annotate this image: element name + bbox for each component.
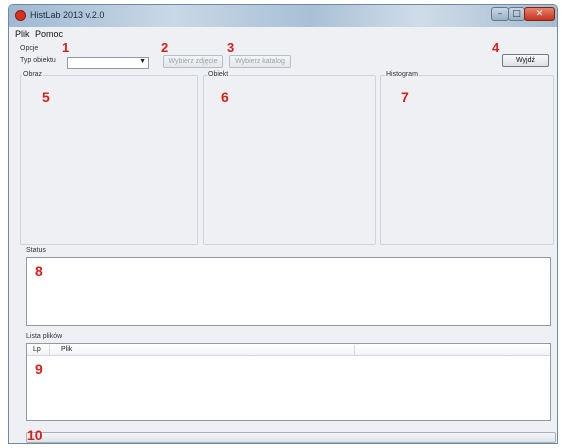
object-type-label: Typ obiektu [20,57,56,64]
minimize-button[interactable]: – [491,7,509,21]
annotation-4: 4 [492,40,500,55]
object-type-select[interactable]: ▼ [67,57,149,69]
menu-help[interactable]: Pomoc [35,29,63,39]
status-label: Status [26,247,46,254]
annotation-3: 3 [227,40,235,55]
annotation-1: 1 [62,40,70,55]
exit-button[interactable]: Wyjdź [502,54,549,67]
annotation-8: 8 [35,263,43,279]
column-header-file[interactable]: Plik [61,346,72,353]
chevron-down-icon[interactable]: ▼ [139,58,146,65]
select-image-button[interactable]: Wybierz zdjęcie [163,55,223,68]
annotation-6: 6 [221,89,229,105]
column-separator[interactable] [354,345,355,355]
object-panel-label: Obiekt [207,71,230,78]
menu-file[interactable]: Plik [15,29,30,39]
annotation-2: 2 [161,40,169,55]
main-window: HistLab 2013 v.2.0 – □ ✕ Plik Pomoc Opcj… [8,4,558,444]
column-separator[interactable] [49,345,50,355]
image-panel-label: Obraz [22,71,44,78]
annotation-10: 10 [27,427,43,443]
progress-bar [26,432,556,443]
column-header-number[interactable]: Lp [33,346,41,353]
app-icon[interactable] [15,10,26,21]
annotation-7: 7 [401,89,409,105]
close-button[interactable]: ✕ [524,7,555,21]
file-list-header: Lp Plik [27,344,550,356]
options-group-label: Opcje [20,45,39,52]
file-list-label: Lista plików [26,333,63,340]
file-list[interactable]: Lp Plik [26,343,551,421]
select-folder-button[interactable]: Wybierz katalog [229,55,291,68]
menu-bar: Plik Pomoc [9,27,557,41]
window-title: HistLab 2013 v.2.0 [30,10,105,20]
status-textbox[interactable] [26,257,551,326]
histogram-panel-label: Histogram [385,71,419,78]
maximize-button[interactable]: □ [508,7,525,21]
annotation-9: 9 [35,361,43,377]
title-bar[interactable]: HistLab 2013 v.2.0 – □ ✕ [9,5,557,27]
annotation-5: 5 [42,89,50,105]
